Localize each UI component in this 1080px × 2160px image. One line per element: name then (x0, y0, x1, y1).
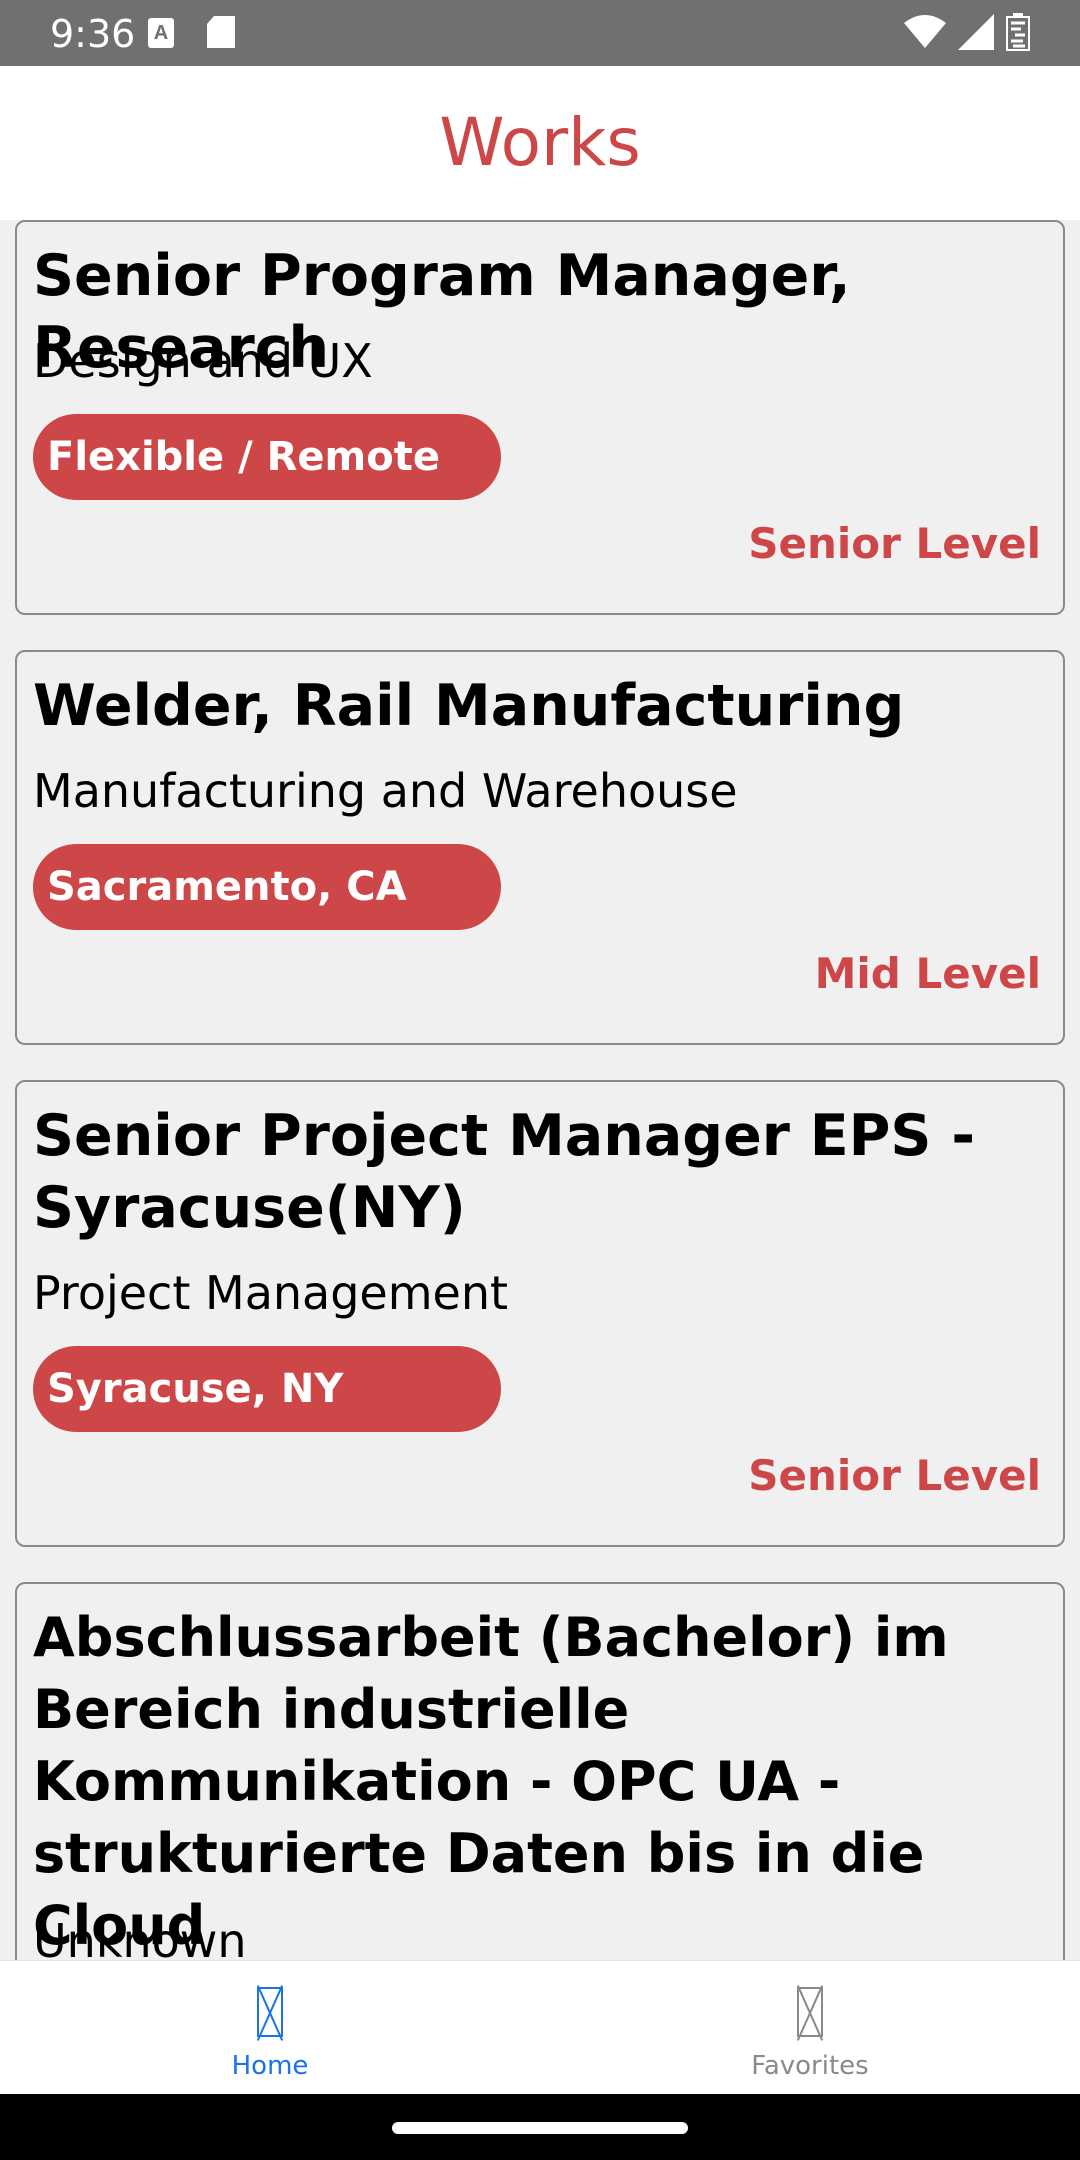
location-badge: Syracuse, NY (33, 1346, 501, 1432)
wifi-icon (904, 15, 946, 48)
job-card[interactable]: Abschlussarbeit (Bachelor) im Bereich in… (15, 1582, 1065, 1960)
bottom-navigation: Home Favorites (0, 1960, 1080, 2094)
job-level: Senior Level (748, 1451, 1041, 1500)
status-time: 9:36 (50, 12, 136, 56)
tab-favorites-label: Favorites (751, 2051, 869, 2081)
job-title: Welder, Rail Manufacturing (33, 673, 905, 739)
location-badge: Sacramento, CA (33, 844, 501, 930)
job-card[interactable]: Senior Program Manager, Research Design … (15, 220, 1065, 615)
job-department: Unknown (33, 1914, 247, 1960)
app-bar: Works (0, 66, 1080, 220)
page-title: Works (439, 104, 641, 181)
job-level: Senior Level (748, 519, 1041, 568)
battery-icon (1006, 13, 1030, 51)
job-title: Senior Project Manager EPS - Syracuse(NY… (33, 1103, 975, 1241)
home-gesture-handle[interactable] (392, 2122, 688, 2134)
status-bar: 9:36 A (0, 0, 1080, 66)
cell-signal-icon (958, 14, 994, 50)
job-department: Project Management (33, 1266, 509, 1320)
job-card[interactable]: Senior Project Manager EPS - Syracuse(NY… (15, 1080, 1065, 1547)
job-card[interactable]: Welder, Rail Manufacturing Manufacturing… (15, 650, 1065, 1045)
a-notification-icon: A (148, 18, 174, 48)
tab-home[interactable]: Home (0, 1961, 540, 2095)
sd-card-icon (207, 16, 235, 48)
status-right-icons (904, 12, 1030, 52)
job-list[interactable]: Senior Program Manager, Research Design … (0, 220, 1080, 1960)
system-navigation-bar (0, 2094, 1080, 2160)
home-icon (257, 1987, 283, 2037)
favorites-icon (797, 1987, 823, 2037)
location-badge: Flexible / Remote (33, 414, 501, 500)
job-level: Mid Level (814, 949, 1041, 998)
tab-favorites[interactable]: Favorites (540, 1961, 1080, 2095)
job-department: Design and UX (33, 334, 373, 388)
tab-home-label: Home (231, 2051, 309, 2081)
job-department: Manufacturing and Warehouse (33, 764, 738, 818)
job-title: Abschlussarbeit (Bachelor) im Bereich in… (33, 1606, 949, 1957)
